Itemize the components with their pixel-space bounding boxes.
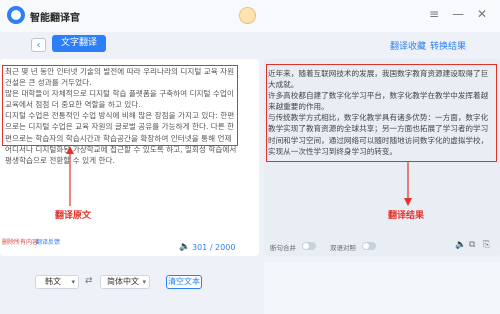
result-arrow-icon <box>404 162 412 206</box>
result-speaker-icon[interactable]: 🔈 <box>455 240 466 250</box>
user-avatar[interactable] <box>239 7 256 24</box>
clear-all-link[interactable]: 删除所有内容 <box>2 237 38 246</box>
copy-icon[interactable]: ⧉ <box>469 240 475 250</box>
minimize-icon[interactable]: — <box>452 7 464 21</box>
export-icon[interactable]: ⎘ <box>483 240 490 250</box>
conversion-results-link[interactable]: 转换结果 <box>430 39 466 52</box>
bilingual-label: 双语对照 <box>330 244 356 252</box>
target-language-value: 简体中文 <box>107 277 139 286</box>
tab-text-translate[interactable]: 文字翻译 <box>52 35 106 52</box>
bilingual-toggle[interactable] <box>362 242 376 250</box>
auto-merge-label: 断句合并 <box>270 244 296 252</box>
source-language-value: 韩文 <box>45 277 61 286</box>
result-highlight-box <box>266 64 497 162</box>
swap-languages-icon[interactable]: ⇄ <box>85 276 93 286</box>
footer-right-area <box>264 262 500 314</box>
source-arrow-icon <box>66 146 74 206</box>
chevron-down-icon: ▾ <box>71 278 75 286</box>
translation-feedback-link[interactable]: 翻译反馈 <box>36 237 60 246</box>
target-language-select[interactable]: 简体中文 ▾ <box>100 275 150 289</box>
back-button[interactable]: ‹ <box>31 38 46 52</box>
app-logo-icon <box>7 6 25 24</box>
source-panel: 최근 몇 년 동안 인터넷 기술의 발전에 따라 우리나라의 디지털 교육 자원… <box>0 59 259 256</box>
auto-merge-toggle[interactable] <box>302 242 316 250</box>
clear-text-button[interactable]: 清空文本 <box>166 275 202 289</box>
result-annotation-label: 翻译结果 <box>388 211 425 221</box>
result-panel: 近年来，随着互联网技术的发展，我国数字教育资源建设取得了巨大成就。 许多高校都自… <box>264 59 500 256</box>
source-highlight-box <box>2 65 238 146</box>
source-annotation-label: 翻译原文 <box>55 211 92 221</box>
chevron-down-icon: ▾ <box>142 278 146 286</box>
source-speaker-icon[interactable]: 🔈 <box>179 242 190 252</box>
menu-icon[interactable]: ≡ <box>429 7 439 21</box>
translation-favorites-link[interactable]: 翻译收藏 <box>390 39 426 52</box>
character-count: 301 / 2000 <box>192 243 236 252</box>
title-bar: 智能翻译官 ≡ — ✕ <box>0 0 500 32</box>
source-language-select[interactable]: 韩文 ▾ <box>35 275 79 289</box>
close-icon[interactable]: ✕ <box>477 7 487 21</box>
app-title: 智能翻译官 <box>30 13 80 24</box>
